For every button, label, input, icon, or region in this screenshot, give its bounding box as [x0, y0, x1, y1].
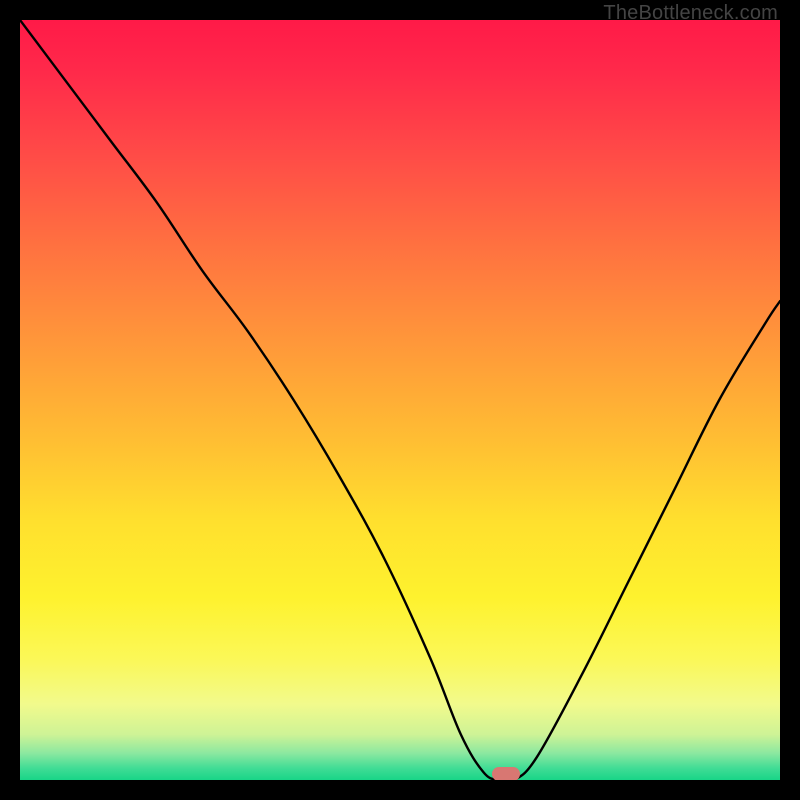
watermark-text: TheBottleneck.com — [603, 2, 778, 25]
plot-area — [20, 20, 780, 780]
optimal-point-marker — [492, 767, 520, 780]
bottleneck-curve — [20, 20, 780, 780]
chart-frame: TheBottleneck.com — [0, 0, 800, 800]
